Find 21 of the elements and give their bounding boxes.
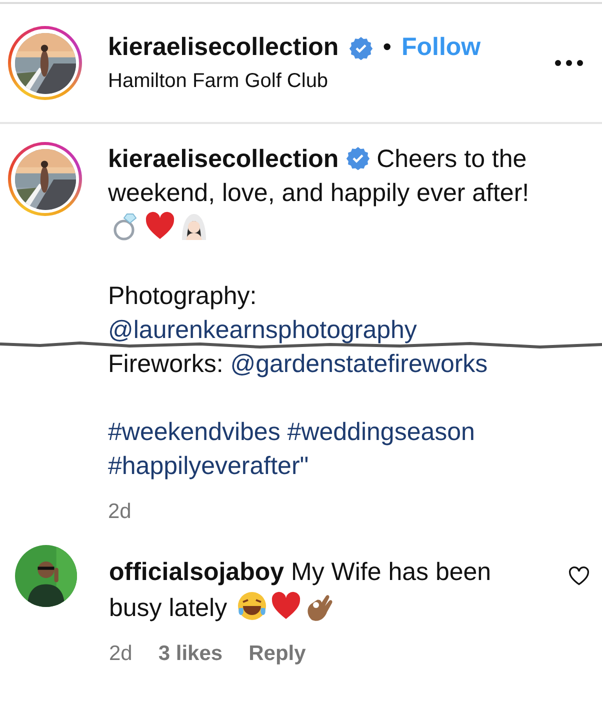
heart-icon [270,590,302,622]
location-link[interactable]: Hamilton Farm Golf Club [108,70,554,93]
like-icon[interactable] [568,565,590,587]
separator-dot: • [382,33,392,62]
username[interactable]: kieraelisecollection [108,145,339,173]
comment-time: 2d [109,641,132,667]
credit-label: Fireworks: [108,350,224,378]
comment-text: officialsojaboy My Wife has been busy lately [109,557,492,624]
likes-link[interactable]: 3 likes [158,636,223,671]
laughing-face-icon [236,590,268,622]
credit-label: Photography: [108,282,257,310]
username[interactable]: officialsojaboy [109,558,284,586]
caption-text: kieraelisecollection Cheers to the weekend, love, and happily ever after! [108,142,560,245]
post-time: 2d [108,499,132,525]
mention-link[interactable]: @gardenstatefireworks [230,350,488,378]
reply-button[interactable]: Reply [248,636,306,671]
heart-icon [144,210,176,242]
more-icon[interactable] [554,59,584,67]
mention-link[interactable]: @laurenkearnsphotography [108,316,417,344]
hashtags[interactable]: #weekendvibes #weddingseason #happilyeverafter" [108,415,560,483]
username[interactable]: kieraelisecollection [108,33,339,62]
